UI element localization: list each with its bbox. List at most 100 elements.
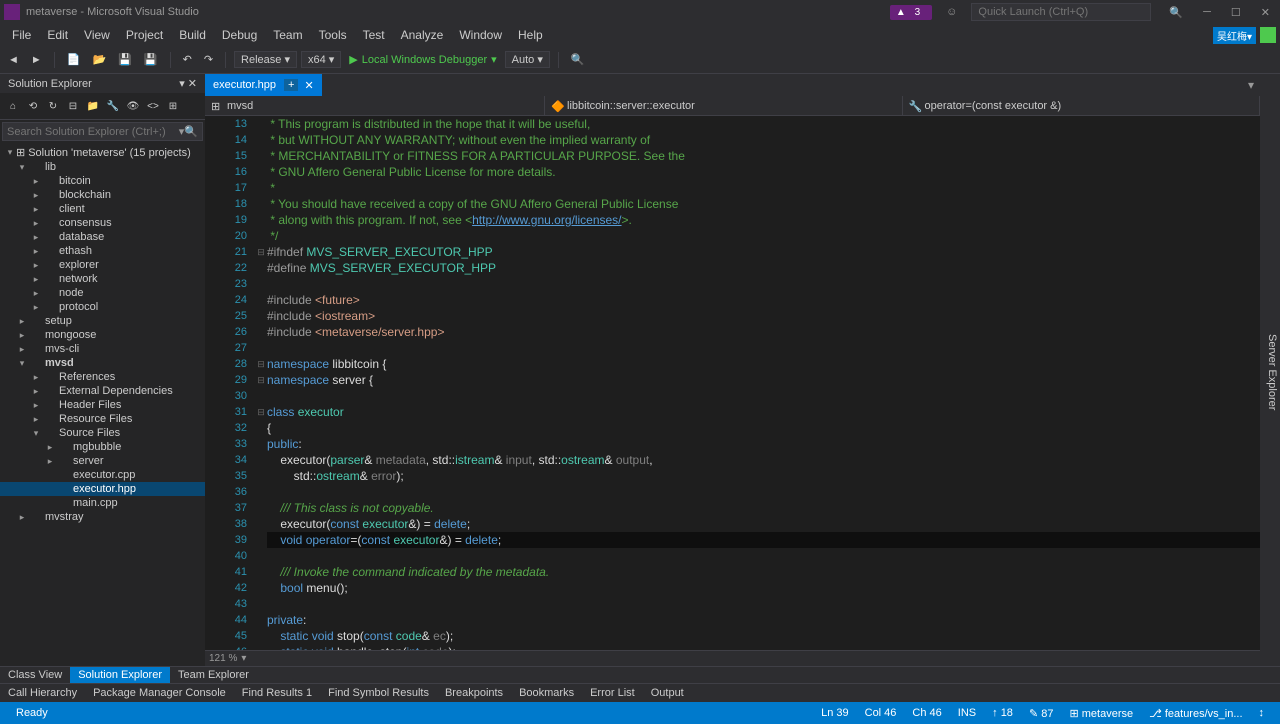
tree-item[interactable]: ▸server	[0, 454, 205, 468]
menu-debug[interactable]: Debug	[214, 26, 265, 44]
tree-item[interactable]: ▸protocol	[0, 300, 205, 314]
status-ins[interactable]: INS	[950, 707, 984, 720]
code-editor[interactable]: 1314151617181920212223242526272829303132…	[205, 116, 1260, 650]
minimize-button[interactable]: ─	[1197, 4, 1217, 20]
tree-item[interactable]: ▸ethash	[0, 244, 205, 258]
preview-icon[interactable]: 👁	[124, 97, 142, 115]
undo-button[interactable]: ↶	[179, 51, 196, 68]
menu-build[interactable]: Build	[171, 26, 214, 44]
status-sync-icon[interactable]: ↕	[1251, 707, 1273, 720]
tab-overflow-icon[interactable]: ▾	[1242, 78, 1260, 92]
tree-item[interactable]: executor.hpp	[0, 482, 205, 496]
bottom-tab[interactable]: Solution Explorer	[70, 667, 170, 683]
solution-tree[interactable]: ▾ ⊞ Solution 'metaverse' (15 projects) ▾…	[0, 143, 205, 666]
tree-item[interactable]: ▸mgbubble	[0, 440, 205, 454]
tree-item[interactable]: ▸bitcoin	[0, 174, 205, 188]
menu-edit[interactable]: Edit	[39, 26, 76, 44]
nav-project-combo[interactable]: ⊞ mvsd	[205, 96, 545, 115]
new-project-button[interactable]: 📄	[63, 51, 85, 68]
start-debug-button[interactable]: ▶ Local Windows Debugger ▾	[345, 51, 500, 68]
tree-item[interactable]: ▸blockchain	[0, 188, 205, 202]
platform-combo[interactable]: x64 ▾	[301, 51, 341, 68]
nav-scope-combo[interactable]: 🔶 libbitcoin::server::executor	[545, 96, 903, 115]
user-account-icon[interactable]: 吴红梅▾	[1213, 27, 1256, 44]
menu-file[interactable]: File	[4, 26, 39, 44]
zoom-level[interactable]: 121 %	[209, 653, 237, 664]
tree-item[interactable]: ▸Resource Files	[0, 412, 205, 426]
editor-tab-active[interactable]: executor.hpp + ✕	[205, 74, 322, 96]
code-icon[interactable]: <>	[144, 97, 162, 115]
tree-item[interactable]: ▸setup	[0, 314, 205, 328]
class-view-icon[interactable]: ⊞	[164, 97, 182, 115]
tree-item[interactable]: main.cpp	[0, 496, 205, 510]
notification-badge[interactable]: ▲ 3	[890, 5, 932, 20]
search-go-icon[interactable]: 🔍	[184, 125, 198, 138]
panel-pin-icon[interactable]: ▾	[179, 78, 185, 90]
tree-item[interactable]: ▸network	[0, 272, 205, 286]
tree-item[interactable]: ▸mvstray	[0, 510, 205, 524]
menu-window[interactable]: Window	[451, 26, 510, 44]
panel-close-icon[interactable]: ✕	[188, 78, 197, 90]
solution-search-input[interactable]	[7, 126, 179, 138]
tree-item[interactable]: ▸explorer	[0, 258, 205, 272]
find-in-files-button[interactable]: 🔍	[567, 51, 589, 68]
tab-preview-icon[interactable]: +	[284, 79, 298, 91]
menu-test[interactable]: Test	[355, 26, 393, 44]
code-content[interactable]: * This program is distributed in the hop…	[267, 116, 1260, 650]
open-button[interactable]: 📂	[88, 51, 110, 68]
status-col[interactable]: Col 46	[857, 707, 905, 720]
quick-launch-input[interactable]	[971, 3, 1151, 21]
home-icon[interactable]: ⌂	[4, 97, 22, 115]
refresh-icon[interactable]: ↻	[44, 97, 62, 115]
bottom-tab[interactable]: Class View	[0, 667, 70, 683]
tree-item[interactable]: ▸consensus	[0, 216, 205, 230]
save-button[interactable]: 💾	[114, 51, 136, 68]
nav-back-button[interactable]: ◄	[4, 52, 23, 68]
menu-project[interactable]: Project	[118, 26, 171, 44]
status-line[interactable]: Ln 39	[813, 707, 857, 720]
nav-fwd-button[interactable]: ►	[27, 52, 46, 68]
tree-item[interactable]: ▸client	[0, 202, 205, 216]
collapse-icon[interactable]: ⊟	[64, 97, 82, 115]
status-warnings[interactable]: ✎ 87	[1021, 707, 1062, 720]
tree-item[interactable]: ▸Header Files	[0, 398, 205, 412]
properties-icon[interactable]: 🔧	[104, 97, 122, 115]
status-ch[interactable]: Ch 46	[904, 707, 949, 720]
tree-item[interactable]: ▾lib	[0, 160, 205, 174]
feedback-icon[interactable]: ☺	[940, 4, 963, 20]
bottom-tab[interactable]: Team Explorer	[170, 667, 257, 683]
menu-analyze[interactable]: Analyze	[393, 26, 452, 44]
tree-item[interactable]: ▾mvsd	[0, 356, 205, 370]
fold-column[interactable]: ⊟⊟⊟⊟	[255, 116, 267, 650]
tree-item[interactable]: ▾Source Files	[0, 426, 205, 440]
status-project[interactable]: ⊞ metaverse	[1061, 707, 1141, 720]
sync-icon[interactable]: ⟲	[24, 97, 42, 115]
redo-button[interactable]: ↷	[200, 51, 217, 68]
zoom-dropdown-icon[interactable]: ▾	[241, 653, 246, 664]
debug-mode-combo[interactable]: Auto ▾	[505, 51, 550, 68]
menu-help[interactable]: Help	[510, 26, 551, 44]
menu-view[interactable]: View	[76, 26, 118, 44]
status-errors[interactable]: ↑ 18	[984, 707, 1021, 720]
right-rail-tab[interactable]: Server Explorer	[1264, 330, 1280, 414]
tree-item[interactable]: ▸node	[0, 286, 205, 300]
nav-member-combo[interactable]: 🔧 operator=(const executor &)	[903, 96, 1261, 115]
menu-tools[interactable]: Tools	[311, 26, 355, 44]
close-button[interactable]: ✕	[1255, 4, 1276, 21]
config-combo[interactable]: Release ▾	[234, 51, 297, 68]
solution-root[interactable]: ▾ ⊞ Solution 'metaverse' (15 projects)	[0, 145, 205, 160]
solution-search[interactable]: ▾ 🔍	[2, 122, 203, 141]
tab-close-icon[interactable]: ✕	[304, 79, 313, 92]
tree-item[interactable]: ▸database	[0, 230, 205, 244]
account-settings-icon[interactable]	[1260, 27, 1276, 43]
tree-item[interactable]: ▸External Dependencies	[0, 384, 205, 398]
status-branch[interactable]: ⎇ features/vs_in...	[1141, 707, 1250, 720]
menu-team[interactable]: Team	[265, 26, 310, 44]
search-icon[interactable]: 🔍	[1163, 4, 1189, 21]
tree-item[interactable]: ▸References	[0, 370, 205, 384]
maximize-button[interactable]: ☐	[1225, 4, 1247, 21]
tree-item[interactable]: executor.cpp	[0, 468, 205, 482]
tree-item[interactable]: ▸mongoose	[0, 328, 205, 342]
save-all-button[interactable]: 💾	[140, 51, 162, 68]
tree-item[interactable]: ▸mvs-cli	[0, 342, 205, 356]
